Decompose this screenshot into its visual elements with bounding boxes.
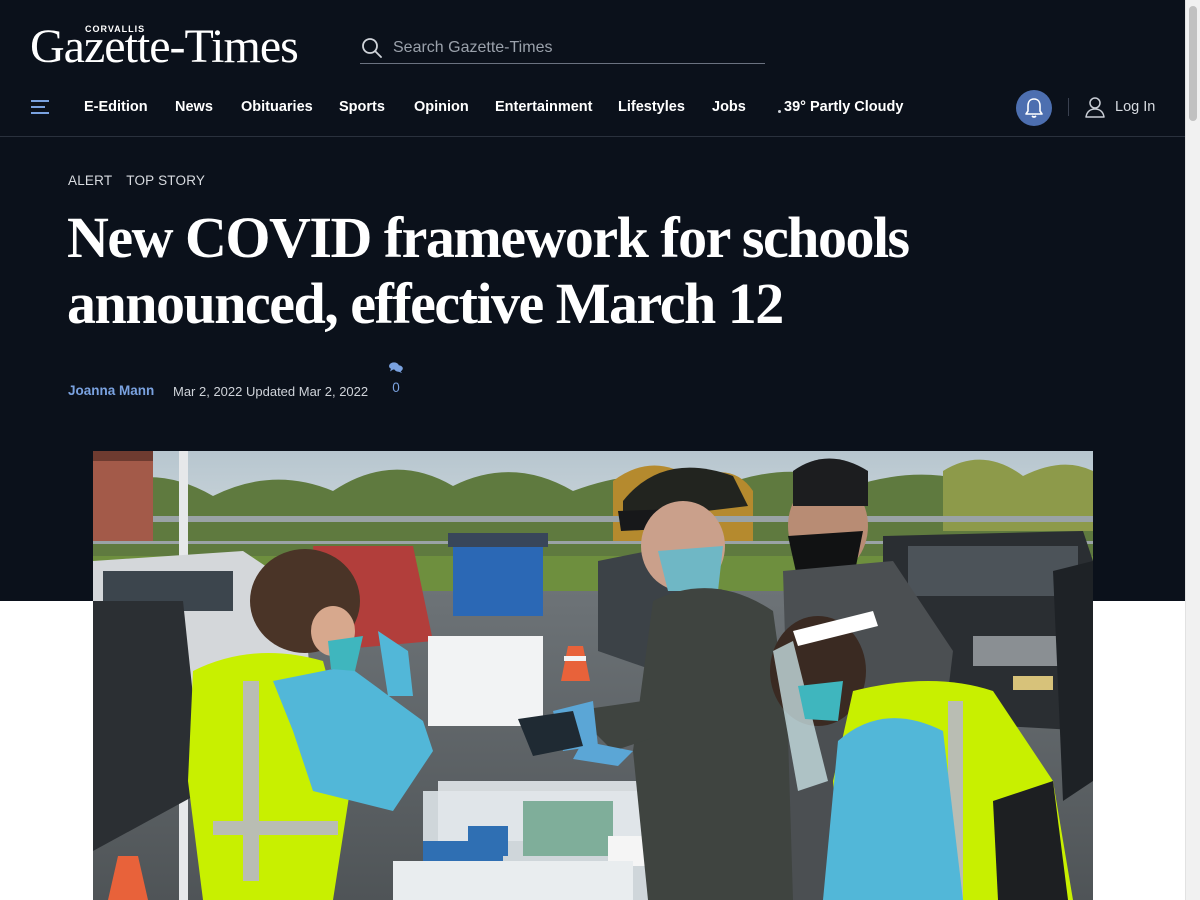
hamburger-menu-icon[interactable] <box>31 99 49 115</box>
nav-divider <box>1068 98 1069 116</box>
nav-item-opinion[interactable]: Opinion <box>414 99 469 115</box>
comments-link[interactable]: 0 <box>388 362 404 395</box>
nav-item-e-edition[interactable]: E-Edition <box>84 99 148 115</box>
search-bar <box>360 32 765 64</box>
main-nav: E-Edition News Obituaries Sports Opinion… <box>0 88 1185 128</box>
nav-item-lifestyles[interactable]: Lifestyles <box>618 99 685 115</box>
covid-testing-site-photo <box>93 451 1093 900</box>
nav-item-obituaries[interactable]: Obituaries <box>241 99 313 115</box>
page-scrollbar[interactable] <box>1185 0 1200 900</box>
nav-item-entertainment[interactable]: Entertainment <box>495 99 593 115</box>
article-dateline: Mar 2, 2022 Updated Mar 2, 2022 <box>173 384 369 399</box>
article-flags: ALERT TOP STORY <box>68 173 205 188</box>
weather-widget[interactable]: 39° Partly Cloudy <box>778 99 903 115</box>
comment-bubbles-icon <box>389 362 403 373</box>
weather-icon <box>778 110 781 113</box>
comment-count: 0 <box>392 380 400 395</box>
author-link[interactable]: Joanna Mann <box>68 383 154 398</box>
nav-item-news[interactable]: News <box>175 99 213 115</box>
scrollbar-thumb[interactable] <box>1189 6 1197 121</box>
lead-photo[interactable] <box>93 451 1093 900</box>
login-button[interactable]: Log In <box>1085 96 1155 118</box>
login-label: Log In <box>1115 99 1156 115</box>
nav-item-jobs[interactable]: Jobs <box>712 99 746 115</box>
user-icon <box>1085 97 1105 118</box>
nav-item-sports[interactable]: Sports <box>339 99 385 115</box>
logo-wordmark: Gazette-Times <box>30 20 299 73</box>
flag-alert[interactable]: ALERT <box>68 173 112 188</box>
article-headline: New COVID framework for schools announce… <box>67 205 910 336</box>
weather-text: 39° Partly Cloudy <box>784 99 904 115</box>
notifications-button[interactable] <box>1016 90 1052 126</box>
page: CORVALLIS Gazette-Times E-Edition News O… <box>0 0 1200 900</box>
search-icon[interactable] <box>361 37 383 59</box>
bell-icon <box>1025 98 1043 118</box>
search-input[interactable] <box>393 38 765 57</box>
nav-bottom-rule <box>0 136 1185 137</box>
flag-top-story[interactable]: TOP STORY <box>126 173 205 188</box>
